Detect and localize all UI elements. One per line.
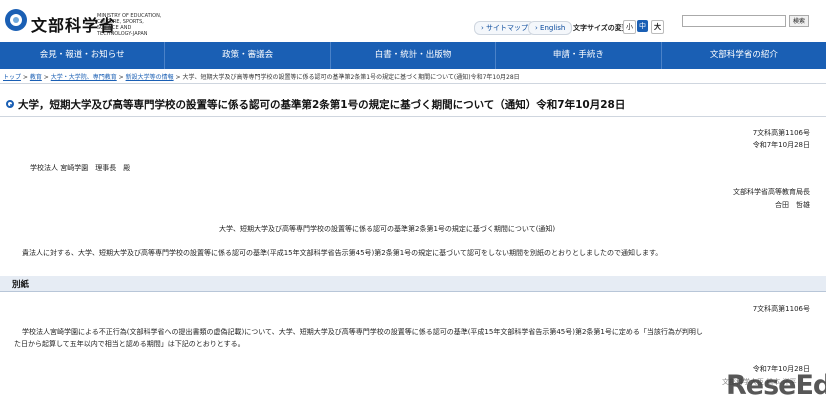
section-header-bar xyxy=(0,276,826,292)
doc-number: 7文科高第1106号 xyxy=(752,129,810,137)
divider xyxy=(0,83,826,84)
watermark-logo: ReseEd xyxy=(726,370,826,401)
doc-date: 令和7年10月28日 xyxy=(752,141,810,149)
sitemap-link[interactable]: › サイトマップ xyxy=(474,21,536,35)
doc-addressee: 学校法人 宮崎学園 理事長 殿 xyxy=(30,164,131,172)
mext-logo-icon[interactable] xyxy=(4,8,28,32)
title-bullet-icon xyxy=(6,100,14,108)
nav-item-about[interactable]: 文部科学省の紹介 xyxy=(662,42,826,69)
breadcrumb-top[interactable]: トップ xyxy=(3,74,21,81)
doc-sender-name: 合田 哲雄 xyxy=(775,201,810,209)
site-header: 文部科学省 MINISTRY OF EDUCATION, CULTURE, SP… xyxy=(0,0,826,42)
page-title: 大学，短期大学及び高等専門学校の設置等に係る認可の基準第2条第1号の規定に基づく… xyxy=(18,99,626,111)
breadcrumb: トップ > 教育 > 大学・大学院、専門教育 > 新設大学等の情報 > 大学、短… xyxy=(3,74,520,81)
nav-item-publications[interactable]: 白書・統計・出版物 xyxy=(331,42,497,69)
annex-number: 7文科高第1106号 xyxy=(752,305,810,313)
breadcrumb-new-universities[interactable]: 新設大学等の情報 xyxy=(126,74,174,81)
global-nav: 会見・報道・お知らせ 政策・審議会 白書・統計・出版物 申請・手続き 文部科学省… xyxy=(0,42,826,69)
nav-item-press[interactable]: 会見・報道・お知らせ xyxy=(0,42,166,69)
doc-body: 貴法人に対する、大学、短期大学及び高等専門学校の設置等に係る認可の基準(平成15… xyxy=(22,249,663,257)
doc-sender-org: 文部科学省高等教育局長 xyxy=(733,188,810,196)
font-size-large-button[interactable]: 大 xyxy=(651,20,664,34)
annex-body-line1: 学校法人宮崎学園による不正行為(文部科学省への提出書類の虚偽記載)について、大学… xyxy=(22,328,703,336)
breadcrumb-current: 大学、短期大学及び高等専門学校の設置等に係る認可の基準第2条第1号の規定に基づく… xyxy=(182,74,520,81)
nav-item-policy[interactable]: 政策・審議会 xyxy=(165,42,331,69)
search-button[interactable]: 検索 xyxy=(789,15,809,27)
breadcrumb-education[interactable]: 教育 xyxy=(30,74,42,81)
breadcrumb-university[interactable]: 大学・大学院、専門教育 xyxy=(51,74,117,81)
font-size-medium-button[interactable]: 中 xyxy=(637,20,648,32)
font-size-small-button[interactable]: 小 xyxy=(623,20,636,34)
search-input[interactable] xyxy=(682,15,786,27)
logo-subtitle: MINISTRY OF EDUCATION, CULTURE, SPORTS, … xyxy=(97,13,162,37)
doc-subject: 大学、短期大学及び高等専門学校の設置等に係る認可の基準第2条第1号の規定に基づく… xyxy=(219,225,556,233)
divider xyxy=(0,116,826,117)
nav-item-applications[interactable]: 申請・手続き xyxy=(496,42,662,69)
font-size-label: 文字サイズの変更 xyxy=(573,24,629,32)
annex-body-line2: た日から起算して五年以内で相当と認める期間」は下記のとおりとする。 xyxy=(14,340,245,348)
english-link[interactable]: › English xyxy=(528,21,573,35)
annex-title: 別紙 xyxy=(12,280,30,290)
